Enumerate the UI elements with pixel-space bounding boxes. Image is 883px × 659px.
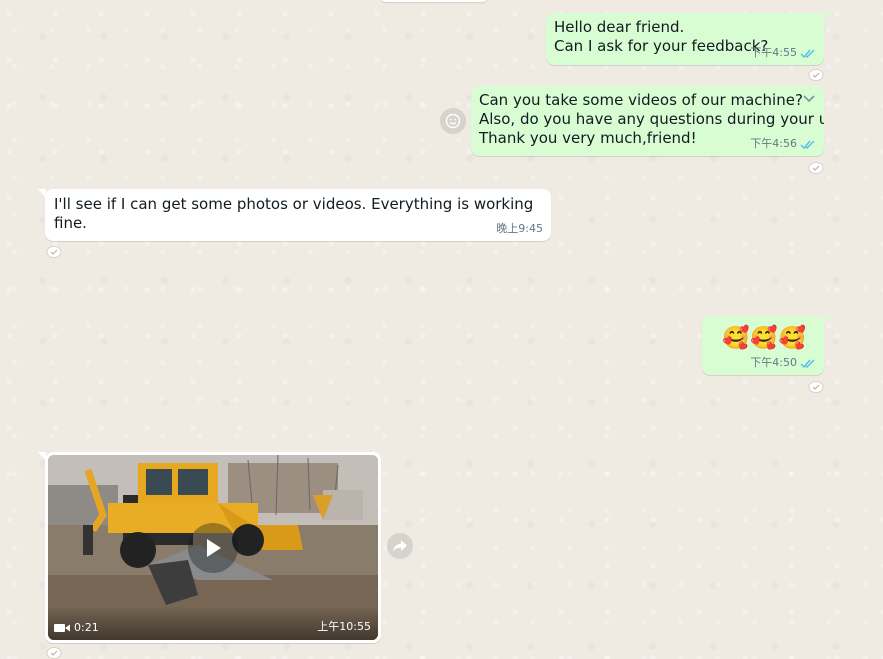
add-reaction-icon[interactable] — [808, 68, 824, 81]
message-time: 下午4:55 — [750, 46, 797, 59]
video-message[interactable]: 0:21 上午10:55 — [38, 452, 381, 643]
message-bubble-outgoing[interactable]: 🥰🥰🥰 下午4:50 — [702, 316, 831, 375]
emoji-reaction-button[interactable] — [440, 108, 466, 134]
message-bubble-outgoing[interactable]: Hello dear friend. Can I ask for your fe… — [546, 13, 831, 65]
forward-icon — [393, 540, 407, 552]
message-meta: 下午4:55 — [750, 47, 816, 59]
message-meta: 晚上9:45 — [496, 223, 543, 235]
message-meta: 下午4:50 — [750, 357, 816, 369]
double-check-icon — [800, 49, 815, 58]
message-time: 下午4:56 — [750, 137, 797, 150]
add-reaction-icon[interactable] — [46, 245, 62, 258]
message-meta: 下午4:56 — [750, 138, 816, 150]
video-thumbnail[interactable]: 0:21 上午10:55 — [48, 455, 378, 640]
forward-button[interactable] — [387, 533, 413, 559]
smiley-icon — [445, 113, 461, 129]
emoji-message: 🥰🥰🥰 — [722, 326, 808, 351]
message-bubble-incoming[interactable]: I'll see if I can get some photos or vid… — [38, 189, 551, 241]
message-text: I'll see if I can get some photos or vid… — [54, 195, 534, 232]
video-camera-icon — [54, 623, 70, 632]
video-duration: 0:21 — [54, 621, 99, 634]
previous-message-edge — [380, 0, 488, 2]
play-button[interactable] — [188, 522, 238, 573]
video-duration-text: 0:21 — [74, 621, 99, 634]
message-time: 下午4:50 — [750, 356, 797, 369]
add-reaction-icon[interactable] — [808, 380, 824, 393]
message-time: 晚上9:45 — [496, 222, 543, 235]
message-bubble-outgoing[interactable]: Can you take some videos of our machine?… — [471, 86, 824, 156]
message-time: 上午10:55 — [317, 620, 371, 633]
double-check-icon — [800, 359, 815, 368]
play-icon — [207, 538, 221, 557]
double-check-icon — [800, 140, 815, 149]
chevron-down-icon[interactable] — [802, 94, 816, 104]
add-reaction-icon[interactable] — [46, 646, 62, 659]
add-reaction-icon[interactable] — [808, 161, 824, 174]
